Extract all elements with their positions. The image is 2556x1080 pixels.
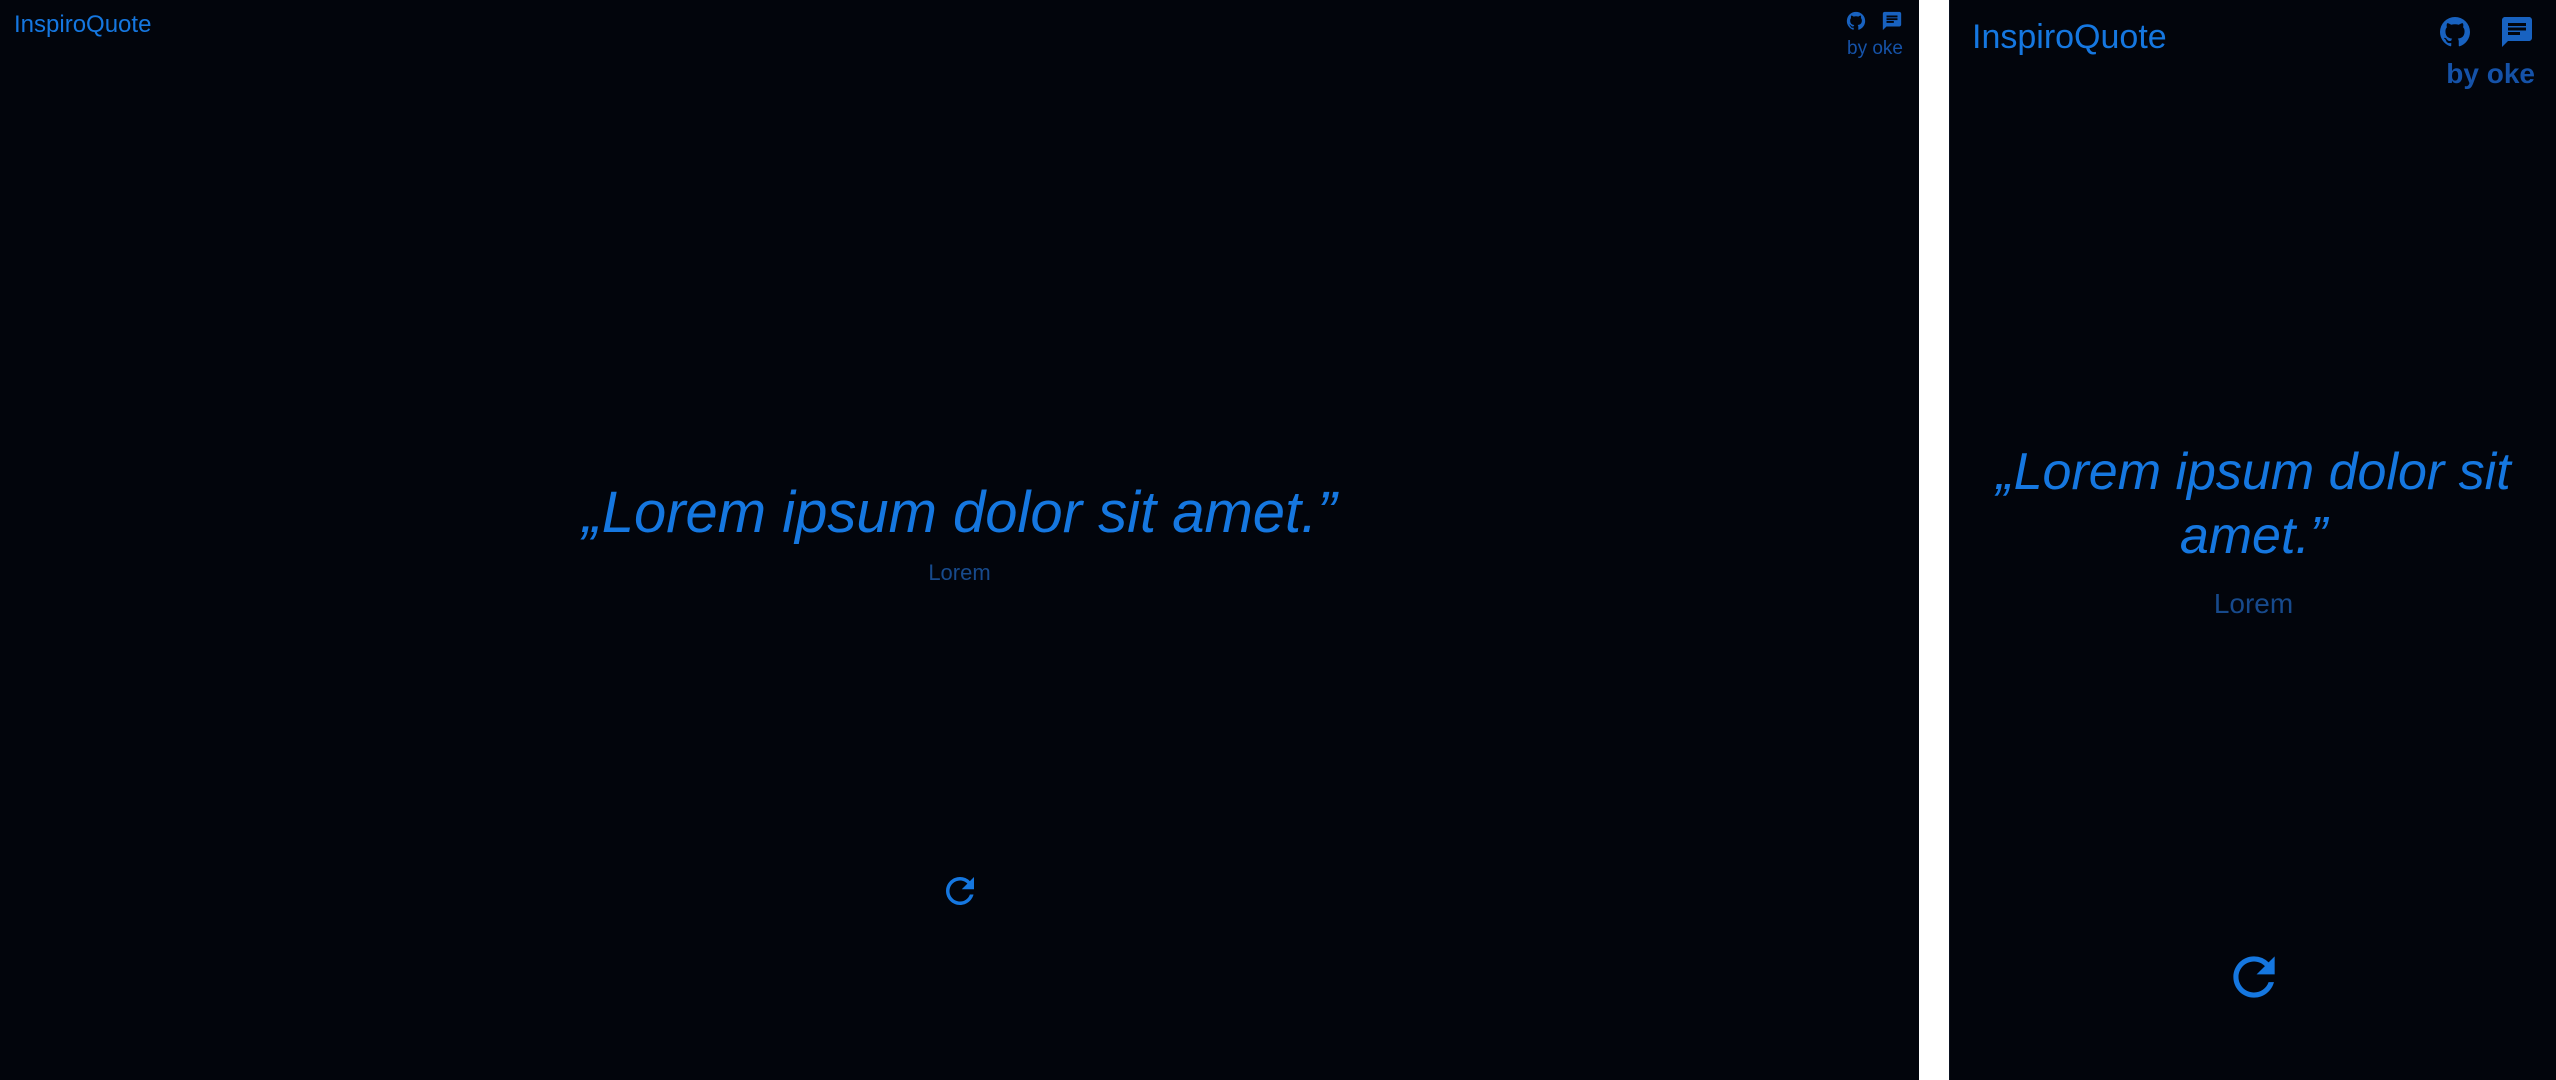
app-title[interactable]: InspiroQuote — [14, 11, 151, 39]
author-byline[interactable]: by oke — [2446, 58, 2535, 90]
refresh-button[interactable] — [2223, 946, 2285, 1008]
author-byline[interactable]: by oke — [1847, 38, 1903, 60]
mobile-view: InspiroQuote by oke „Lorem ipsum dolor s… — [1949, 0, 2556, 1080]
refresh-button[interactable] — [939, 870, 981, 912]
desktop-view: InspiroQuote by oke „Lorem ipsum dolor s… — [0, 0, 1919, 1080]
quote-block: „Lorem ipsum dolor sit amet.” Lorem — [1950, 440, 2556, 620]
refresh-icon — [946, 877, 974, 905]
app-title[interactable]: InspiroQuote — [1972, 18, 2167, 57]
header-links: by oke — [2437, 14, 2535, 90]
message-icon[interactable] — [1881, 10, 1903, 32]
header-icons — [1845, 10, 1903, 32]
refresh-icon — [2233, 956, 2275, 998]
github-icon[interactable] — [2437, 14, 2473, 50]
quote-author: Lorem — [928, 560, 991, 585]
header-icons — [2437, 14, 2535, 50]
message-icon[interactable] — [2499, 14, 2535, 50]
header-links: by oke — [1845, 10, 1903, 60]
quote-text: „Lorem ipsum dolor sit amet.” — [1996, 443, 2511, 565]
github-icon[interactable] — [1845, 10, 1867, 32]
quote-text: „Lorem ipsum dolor sit amet.” — [582, 480, 1337, 545]
quote-block: „Lorem ipsum dolor sit amet.” Lorem — [0, 478, 1919, 586]
quote-author: Lorem — [2213, 588, 2294, 619]
